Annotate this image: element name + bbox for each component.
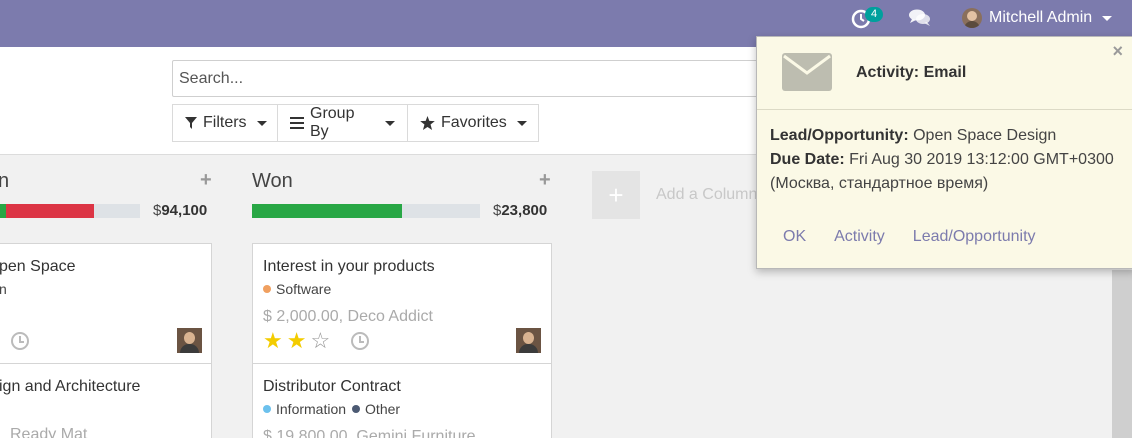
kanban-card[interactable]: pen Space n xyxy=(0,243,212,364)
activity-popover: Activity: Email × Lead/Opportunity: Open… xyxy=(756,36,1132,269)
add-column-label[interactable]: Add a Column xyxy=(656,186,757,204)
card-tags: Information Other xyxy=(263,401,406,417)
activity-link[interactable]: Activity xyxy=(834,228,885,246)
kanban-card[interactable]: Interest in your products Software $ 2,0… xyxy=(252,243,552,364)
column-title: n xyxy=(0,170,10,192)
chevron-down-icon xyxy=(516,120,527,126)
search-input[interactable] xyxy=(172,60,772,97)
column-total: $23,800 xyxy=(493,202,548,219)
close-icon[interactable]: × xyxy=(1112,41,1123,62)
tag-color-dot xyxy=(263,285,271,293)
column-quick-create-button[interactable]: + xyxy=(200,169,212,192)
column-title: Won xyxy=(252,170,293,192)
column-total: $94,100 xyxy=(153,202,208,219)
card-subtitle: $ 19,800.00, Gemini Furniture xyxy=(263,428,476,438)
filters-button[interactable]: Filters xyxy=(172,104,278,142)
popover-actions: OK Activity Lead/Opportunity xyxy=(783,228,1064,246)
card-tags: Software xyxy=(263,281,337,297)
star-empty-icon[interactable]: ☆ xyxy=(310,330,330,352)
card-subtitle: Ready Mat xyxy=(10,426,88,438)
tag-information: Information xyxy=(263,401,346,417)
due-date-timezone: (Москва, стандартное время) xyxy=(770,175,989,192)
star-filled-icon[interactable]: ★ xyxy=(287,330,307,352)
kanban-card[interactable]: ign and Architecture Ready Mat xyxy=(0,363,212,438)
user-avatar xyxy=(962,8,982,28)
activity-menu-button[interactable]: 4 xyxy=(851,7,885,31)
group-by-button[interactable]: Group By xyxy=(277,104,408,142)
kanban-card[interactable]: Distributor Contract Information Other $… xyxy=(252,363,552,438)
filter-icon xyxy=(185,117,197,129)
priority-stars: ★ ★ ☆ xyxy=(263,330,334,352)
chevron-down-icon xyxy=(256,120,267,126)
lead-opportunity-link[interactable]: Lead/Opportunity xyxy=(913,228,1036,246)
card-title: pen Space xyxy=(0,258,76,275)
popover-body: Lead/Opportunity: Open Space Design Due … xyxy=(770,124,1130,196)
scrollbar[interactable] xyxy=(1112,270,1132,438)
column-quick-create-button[interactable]: + xyxy=(539,169,551,192)
popover-header: Activity: Email xyxy=(757,37,1132,110)
activity-clock-icon[interactable] xyxy=(11,332,29,350)
card-title: Distributor Contract xyxy=(263,378,401,395)
favorites-label: Favorites xyxy=(441,114,507,131)
tag-color-dot xyxy=(263,405,271,413)
column-progress-bar[interactable] xyxy=(252,204,480,218)
salesperson-avatar xyxy=(516,328,541,353)
activity-clock-icon[interactable] xyxy=(351,332,369,350)
filters-label: Filters xyxy=(203,114,247,131)
lead-line: Lead/Opportunity: Open Space Design xyxy=(770,127,1057,144)
tag-other: Other xyxy=(352,401,400,417)
progress-segment-lost[interactable] xyxy=(5,204,94,218)
progress-segment-won[interactable] xyxy=(252,204,403,218)
star-icon xyxy=(420,116,435,130)
due-date-line: Due Date: Fri Aug 30 2019 13:12:00 GMT+0… xyxy=(770,151,1114,168)
ok-link[interactable]: OK xyxy=(783,228,806,246)
chevron-down-icon xyxy=(385,120,395,126)
activity-count-badge: 4 xyxy=(865,7,883,22)
card-title: ign and Architecture xyxy=(0,378,141,395)
card-title: Interest in your products xyxy=(263,258,435,275)
bars-icon xyxy=(290,117,304,129)
user-name: Mitchell Admin xyxy=(989,9,1093,26)
user-menu[interactable]: Mitchell Admin xyxy=(962,6,1113,30)
column-progress-bar[interactable] xyxy=(0,204,140,218)
card-tags: n xyxy=(0,281,7,297)
chevron-down-icon xyxy=(1102,15,1113,21)
salesperson-avatar xyxy=(177,328,202,353)
messaging-menu-button[interactable] xyxy=(908,8,932,28)
card-subtitle: $ 2,000.00, Deco Addict xyxy=(263,308,433,325)
group-by-label: Group By xyxy=(310,105,355,140)
envelope-icon xyxy=(782,53,832,96)
popover-title: Activity: Email xyxy=(856,64,967,81)
chat-icon xyxy=(909,9,930,26)
favorites-button[interactable]: Favorites xyxy=(407,104,539,142)
tag-color-dot xyxy=(352,405,361,413)
add-column-button[interactable]: + xyxy=(592,171,640,219)
tag-software: Software xyxy=(263,281,331,297)
star-filled-icon[interactable]: ★ xyxy=(263,330,283,352)
